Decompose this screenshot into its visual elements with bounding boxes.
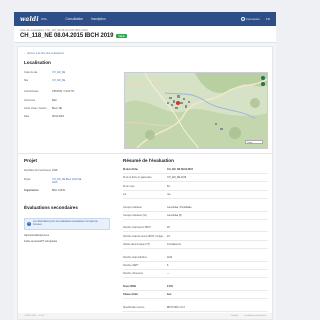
resume-key: Score IBCH	[123, 284, 137, 288]
nav-item-inscription[interactable]: Inscription	[91, 17, 106, 21]
login-button[interactable]: Connexion	[240, 16, 260, 22]
resume-row: Nombre d'Insectes —	[123, 272, 268, 275]
resume-key: Spécification source	[123, 305, 145, 309]
secondary-eval-link[interactable]: Gammarus/Ecdyonurus	[24, 234, 49, 237]
resume-key: ID de la fiche	[123, 168, 138, 171]
resume-row: Spécification source IBCH 2019 1.0.3	[123, 306, 268, 309]
page-footer: © WSL 2021 · v1.5.2 Contact Conditions d…	[18, 313, 272, 319]
login-label: Connexion	[245, 16, 260, 21]
resume-key: Nombre total de taxons IBCH corrigés	[123, 234, 164, 238]
page-title: CH_118_NE 08.04.2015 IBCH 2019	[20, 33, 114, 39]
loc-row: Site CH_118_NE	[24, 79, 66, 82]
resume-value: 13 (classe 9)	[167, 243, 181, 247]
resume-value: Leuctridae / Perlodidae	[167, 205, 192, 209]
projet-row: Projet CH_118_NE Bied, 2019 NE 2019	[24, 178, 82, 184]
projet-heading: Projet	[24, 158, 38, 163]
resume-key: Nombre total individus	[123, 255, 147, 259]
resume-value: 1100	[167, 255, 173, 259]
user-icon	[240, 17, 245, 22]
main-nav: Consultation Inscription	[65, 17, 105, 21]
site-marker-icon	[176, 101, 180, 105]
resume-key: Groupe indicateur (GI)	[123, 214, 147, 217]
resume-row: ID de la fiche CH_118_NE 08.04.2015	[123, 168, 268, 171]
loc-row: Date 08.04.2015	[24, 115, 64, 118]
resume-row: Lot n/a	[123, 193, 268, 196]
app-window: waldi WSL Consultation Inscription Conne…	[14, 12, 276, 320]
resume-row: Nombre total taxons IBCH 26	[123, 226, 268, 229]
resume-value: CH_118_NE 08.04.2015	[167, 168, 193, 171]
resume-value: CH_118_NE 2015	[167, 176, 187, 180]
info-icon: i	[27, 222, 31, 226]
resume-row: Groupe indicateur (GI) Leuctridae (5)	[123, 214, 268, 217]
localisation-heading: Localisation	[24, 60, 51, 65]
resume-value: n/a	[167, 193, 171, 197]
top-navigation-bar: waldi WSL Consultation Inscription Conne…	[14, 12, 276, 26]
logo-subtitle: WSL	[40, 17, 48, 21]
projet-row: Identifiant du Fournisseur 1548	[24, 169, 58, 172]
resume-row: Classe d'état bon	[123, 293, 268, 296]
resume-key: ID de la fiche du partenaire	[123, 176, 152, 180]
resume-row: Nombre total de taxons IBCH corrigés 24	[123, 235, 268, 238]
resume-value: 0.761	[167, 284, 173, 288]
resume-row: Nombre total individus 1100	[123, 256, 268, 259]
app-logo[interactable]: waldi	[20, 16, 39, 23]
resume-key: Variété taxonomique (VT)	[123, 243, 151, 247]
map-layer-select[interactable]: Carte	[245, 140, 263, 144]
resume-value: IBCH 2019 1.0.3	[167, 305, 185, 309]
resume-row: Variété taxonomique (VT) 13 (classe 9)	[123, 243, 268, 246]
footer-link-contact[interactable]: Contact	[231, 315, 239, 317]
resume-value: —	[167, 272, 170, 276]
zoom-out-icon[interactable]	[261, 82, 265, 86]
main-content: ← Retour à la liste des évaluations Loca…	[17, 46, 273, 320]
resume-row: Nombre d'EPT 8	[123, 264, 268, 267]
resume-key: Nombre d'Insectes	[123, 272, 143, 276]
user-area: Connexion FR	[240, 16, 270, 22]
resume-key: Lot	[123, 193, 127, 197]
loc-row: Coordonnées 2'564'534 / 1'214'771	[24, 90, 75, 93]
resume-value: 84	[167, 184, 170, 188]
resume-value: bon	[167, 293, 172, 297]
zoom-in-icon[interactable]	[261, 76, 265, 80]
resume-heading: Résumé de l'évaluation	[123, 158, 174, 163]
nav-item-consultation[interactable]: Consultation	[65, 17, 83, 21]
info-alert: i Les informations pour les évaluations …	[24, 218, 110, 230]
language-selector[interactable]: FR	[266, 17, 270, 21]
location-map[interactable]: Carte	[124, 72, 268, 149]
resume-key: ID de l'eau	[123, 184, 135, 188]
projet-row: Organisation BIOL CONS	[24, 189, 65, 192]
back-link[interactable]: ← Retour à la liste des évaluations	[24, 52, 64, 55]
footer-copyright: © WSL 2021 · v1.5.2	[24, 315, 45, 317]
resume-row: Groupe indicateur Leuctridae / Perlodidae	[123, 206, 268, 209]
loc-row: Cours d'eau / Canton Bied / NE	[24, 107, 63, 110]
resume-row: ID de la fiche du partenaire CH_118_NE 20…	[123, 176, 268, 179]
page-header: Liste des évaluations / CH_118_NE 08.04.…	[14, 26, 276, 43]
loc-row: Commune Milvi	[24, 99, 57, 102]
evaluations-heading: Évaluations secondaires	[24, 205, 78, 210]
status-badge: Valide	[116, 34, 127, 38]
resume-key: Classe d'état	[123, 293, 138, 297]
resume-key: Groupe indicateur	[123, 205, 143, 209]
resume-value: 8	[167, 264, 169, 267]
map-tiles	[125, 73, 267, 148]
breadcrumb[interactable]: Liste des évaluations / CH_118_NE 08.04.…	[20, 29, 270, 32]
section-divider	[18, 153, 272, 154]
resume-key: Nombre d'EPT	[123, 264, 139, 267]
resume-value: 26	[167, 226, 170, 230]
resume-row: ID de l'eau 84	[123, 185, 268, 188]
resume-value: 24	[167, 234, 170, 238]
resume-key: Nombre total taxons IBCH	[123, 226, 151, 230]
resume-row: Score IBCH 0.761	[123, 285, 268, 288]
loc-row: Code du site CH_118_NE	[24, 71, 66, 74]
footer-link-terms[interactable]: Conditions d'utilisation	[244, 315, 266, 317]
secondary-eval-link[interactable]: Indice de taxa EPT rétrogradés	[24, 240, 57, 243]
resume-value: Leuctridae (5)	[167, 214, 182, 217]
info-text: Les informations pour les évaluations se…	[33, 221, 98, 226]
